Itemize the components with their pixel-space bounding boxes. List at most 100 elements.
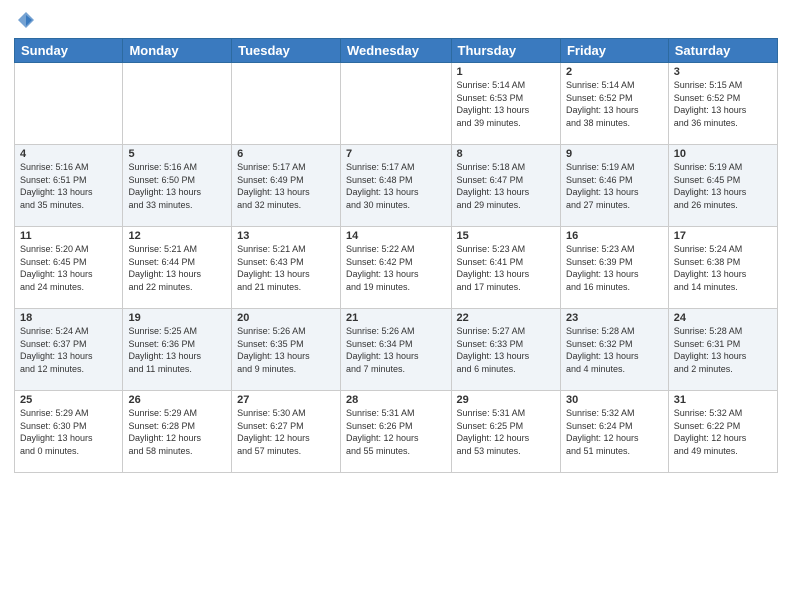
day-number: 26 — [128, 394, 226, 406]
calendar-cell: 17Sunrise: 5:24 AM Sunset: 6:38 PM Dayli… — [668, 227, 777, 309]
day-info: Sunrise: 5:19 AM Sunset: 6:45 PM Dayligh… — [674, 161, 772, 211]
day-number: 8 — [457, 148, 555, 160]
calendar-cell: 2Sunrise: 5:14 AM Sunset: 6:52 PM Daylig… — [560, 63, 668, 145]
day-info: Sunrise: 5:24 AM Sunset: 6:37 PM Dayligh… — [20, 325, 117, 375]
day-number: 31 — [674, 394, 772, 406]
day-info: Sunrise: 5:31 AM Sunset: 6:25 PM Dayligh… — [457, 407, 555, 457]
day-info: Sunrise: 5:19 AM Sunset: 6:46 PM Dayligh… — [566, 161, 663, 211]
calendar-cell — [232, 63, 341, 145]
day-number: 6 — [237, 148, 335, 160]
day-number: 14 — [346, 230, 446, 242]
day-info: Sunrise: 5:23 AM Sunset: 6:39 PM Dayligh… — [566, 243, 663, 293]
day-info: Sunrise: 5:16 AM Sunset: 6:51 PM Dayligh… — [20, 161, 117, 211]
day-info: Sunrise: 5:22 AM Sunset: 6:42 PM Dayligh… — [346, 243, 446, 293]
day-info: Sunrise: 5:16 AM Sunset: 6:50 PM Dayligh… — [128, 161, 226, 211]
day-number: 15 — [457, 230, 555, 242]
day-number: 11 — [20, 230, 117, 242]
day-info: Sunrise: 5:29 AM Sunset: 6:30 PM Dayligh… — [20, 407, 117, 457]
calendar-cell: 20Sunrise: 5:26 AM Sunset: 6:35 PM Dayli… — [232, 309, 341, 391]
day-number: 1 — [457, 66, 555, 78]
day-info: Sunrise: 5:17 AM Sunset: 6:49 PM Dayligh… — [237, 161, 335, 211]
calendar-day-header: Tuesday — [232, 39, 341, 63]
calendar-day-header: Friday — [560, 39, 668, 63]
calendar-cell: 18Sunrise: 5:24 AM Sunset: 6:37 PM Dayli… — [15, 309, 123, 391]
day-number: 2 — [566, 66, 663, 78]
day-number: 25 — [20, 394, 117, 406]
calendar-cell — [123, 63, 232, 145]
day-number: 19 — [128, 312, 226, 324]
day-info: Sunrise: 5:26 AM Sunset: 6:34 PM Dayligh… — [346, 325, 446, 375]
day-number: 5 — [128, 148, 226, 160]
calendar-cell: 16Sunrise: 5:23 AM Sunset: 6:39 PM Dayli… — [560, 227, 668, 309]
day-number: 3 — [674, 66, 772, 78]
logo-area — [14, 10, 38, 30]
calendar-week-row: 11Sunrise: 5:20 AM Sunset: 6:45 PM Dayli… — [15, 227, 778, 309]
day-number: 27 — [237, 394, 335, 406]
calendar-cell: 10Sunrise: 5:19 AM Sunset: 6:45 PM Dayli… — [668, 145, 777, 227]
header — [14, 10, 778, 30]
day-number: 9 — [566, 148, 663, 160]
day-info: Sunrise: 5:32 AM Sunset: 6:22 PM Dayligh… — [674, 407, 772, 457]
calendar-cell: 3Sunrise: 5:15 AM Sunset: 6:52 PM Daylig… — [668, 63, 777, 145]
calendar-week-row: 4Sunrise: 5:16 AM Sunset: 6:51 PM Daylig… — [15, 145, 778, 227]
calendar-week-row: 1Sunrise: 5:14 AM Sunset: 6:53 PM Daylig… — [15, 63, 778, 145]
day-info: Sunrise: 5:24 AM Sunset: 6:38 PM Dayligh… — [674, 243, 772, 293]
calendar-day-header: Sunday — [15, 39, 123, 63]
day-number: 29 — [457, 394, 555, 406]
calendar-header-row: SundayMondayTuesdayWednesdayThursdayFrid… — [15, 39, 778, 63]
day-info: Sunrise: 5:28 AM Sunset: 6:32 PM Dayligh… — [566, 325, 663, 375]
calendar-cell: 8Sunrise: 5:18 AM Sunset: 6:47 PM Daylig… — [451, 145, 560, 227]
day-number: 7 — [346, 148, 446, 160]
calendar-cell: 25Sunrise: 5:29 AM Sunset: 6:30 PM Dayli… — [15, 391, 123, 473]
day-number: 20 — [237, 312, 335, 324]
calendar-cell: 12Sunrise: 5:21 AM Sunset: 6:44 PM Dayli… — [123, 227, 232, 309]
day-info: Sunrise: 5:21 AM Sunset: 6:43 PM Dayligh… — [237, 243, 335, 293]
day-info: Sunrise: 5:14 AM Sunset: 6:52 PM Dayligh… — [566, 79, 663, 129]
day-info: Sunrise: 5:18 AM Sunset: 6:47 PM Dayligh… — [457, 161, 555, 211]
logo — [14, 10, 38, 30]
day-info: Sunrise: 5:17 AM Sunset: 6:48 PM Dayligh… — [346, 161, 446, 211]
calendar-week-row: 25Sunrise: 5:29 AM Sunset: 6:30 PM Dayli… — [15, 391, 778, 473]
calendar-cell: 19Sunrise: 5:25 AM Sunset: 6:36 PM Dayli… — [123, 309, 232, 391]
day-info: Sunrise: 5:23 AM Sunset: 6:41 PM Dayligh… — [457, 243, 555, 293]
day-info: Sunrise: 5:26 AM Sunset: 6:35 PM Dayligh… — [237, 325, 335, 375]
day-number: 17 — [674, 230, 772, 242]
calendar-cell: 29Sunrise: 5:31 AM Sunset: 6:25 PM Dayli… — [451, 391, 560, 473]
calendar-table: SundayMondayTuesdayWednesdayThursdayFrid… — [14, 38, 778, 473]
calendar-cell: 9Sunrise: 5:19 AM Sunset: 6:46 PM Daylig… — [560, 145, 668, 227]
calendar-cell: 22Sunrise: 5:27 AM Sunset: 6:33 PM Dayli… — [451, 309, 560, 391]
calendar-cell: 24Sunrise: 5:28 AM Sunset: 6:31 PM Dayli… — [668, 309, 777, 391]
calendar-day-header: Wednesday — [340, 39, 451, 63]
day-number: 18 — [20, 312, 117, 324]
calendar-day-header: Thursday — [451, 39, 560, 63]
calendar-week-row: 18Sunrise: 5:24 AM Sunset: 6:37 PM Dayli… — [15, 309, 778, 391]
day-info: Sunrise: 5:31 AM Sunset: 6:26 PM Dayligh… — [346, 407, 446, 457]
calendar-cell — [15, 63, 123, 145]
calendar-cell: 14Sunrise: 5:22 AM Sunset: 6:42 PM Dayli… — [340, 227, 451, 309]
day-info: Sunrise: 5:27 AM Sunset: 6:33 PM Dayligh… — [457, 325, 555, 375]
page: SundayMondayTuesdayWednesdayThursdayFrid… — [0, 0, 792, 612]
calendar-cell: 7Sunrise: 5:17 AM Sunset: 6:48 PM Daylig… — [340, 145, 451, 227]
calendar-cell — [340, 63, 451, 145]
day-info: Sunrise: 5:28 AM Sunset: 6:31 PM Dayligh… — [674, 325, 772, 375]
calendar-day-header: Saturday — [668, 39, 777, 63]
day-number: 30 — [566, 394, 663, 406]
day-info: Sunrise: 5:29 AM Sunset: 6:28 PM Dayligh… — [128, 407, 226, 457]
calendar-cell: 13Sunrise: 5:21 AM Sunset: 6:43 PM Dayli… — [232, 227, 341, 309]
day-number: 4 — [20, 148, 117, 160]
day-info: Sunrise: 5:20 AM Sunset: 6:45 PM Dayligh… — [20, 243, 117, 293]
day-info: Sunrise: 5:32 AM Sunset: 6:24 PM Dayligh… — [566, 407, 663, 457]
day-number: 21 — [346, 312, 446, 324]
day-number: 24 — [674, 312, 772, 324]
calendar-cell: 23Sunrise: 5:28 AM Sunset: 6:32 PM Dayli… — [560, 309, 668, 391]
calendar-cell: 1Sunrise: 5:14 AM Sunset: 6:53 PM Daylig… — [451, 63, 560, 145]
day-number: 12 — [128, 230, 226, 242]
day-number: 10 — [674, 148, 772, 160]
day-number: 23 — [566, 312, 663, 324]
day-info: Sunrise: 5:25 AM Sunset: 6:36 PM Dayligh… — [128, 325, 226, 375]
calendar-cell: 15Sunrise: 5:23 AM Sunset: 6:41 PM Dayli… — [451, 227, 560, 309]
day-number: 28 — [346, 394, 446, 406]
day-info: Sunrise: 5:14 AM Sunset: 6:53 PM Dayligh… — [457, 79, 555, 129]
calendar-cell: 21Sunrise: 5:26 AM Sunset: 6:34 PM Dayli… — [340, 309, 451, 391]
calendar-day-header: Monday — [123, 39, 232, 63]
